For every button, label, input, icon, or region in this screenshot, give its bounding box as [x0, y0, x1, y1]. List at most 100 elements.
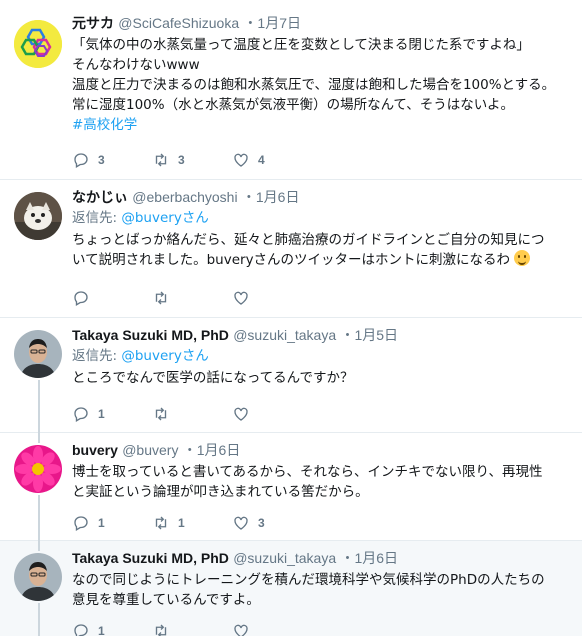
replying-user-link[interactable]: @buvery — [121, 210, 181, 226]
reply-count: 1 — [98, 624, 105, 636]
tweet-line: 博士を取っていると書いてあるから、それなら、インチキでない限り、再現性 — [72, 464, 543, 480]
separator-dot: ・ — [182, 442, 197, 458]
grinning-face-emoji-icon — [514, 250, 531, 266]
tweet-line: と実証という論理が叩き込まれている筈だから。 — [72, 484, 369, 500]
replying-label: 返信先: — [72, 210, 122, 226]
tweet-line: ちょっとばっか絡んだら、延々と肺癌治療のガイドラインとご自分の知見につ — [72, 232, 545, 248]
like-button[interactable] — [232, 405, 312, 423]
reply-button[interactable] — [72, 289, 152, 307]
heart-icon — [234, 624, 248, 636]
replying-user-link[interactable]: @buvery — [121, 348, 181, 364]
reply-button[interactable]: 1 — [72, 405, 152, 423]
hexagon-logo-icon — [14, 20, 62, 68]
tweet-text: 「気体の中の水蒸気量って温度と圧を変数として決まる閉じた系ですよね」 そんなわけ… — [72, 35, 572, 135]
fullname[interactable]: 元サカ — [72, 15, 114, 31]
separator-dot: ・ — [340, 327, 355, 343]
like-button[interactable]: 3 — [232, 514, 312, 532]
retweet-icon — [155, 516, 167, 530]
replying-to: 返信先: @buveryさん — [72, 347, 572, 366]
tweet-text: なので同じようにトレーニングを積んだ環境科学や気候科学のPhDの人たちの 意見を… — [72, 570, 572, 610]
dog-photo-avatar-icon — [14, 192, 62, 240]
retweet-icon — [155, 153, 167, 167]
tweet-header: buvery @buvery ・1月6日 — [72, 441, 572, 460]
separator-dot: ・ — [340, 550, 355, 566]
replying-label: 返信先: — [72, 348, 122, 364]
tweet-actions — [72, 288, 312, 308]
heart-icon — [234, 153, 248, 167]
thread-line — [38, 603, 40, 636]
reply-button[interactable]: 1 — [72, 514, 152, 532]
avatar[interactable] — [14, 553, 62, 601]
username[interactable]: @suzuki_takaya — [233, 327, 336, 343]
tweet-text: 博士を取っていると書いてあるから、それなら、インチキでない限り、再現性 と実証と… — [72, 462, 572, 502]
tweet-1[interactable]: 元サカ @SciCafeShizuoka ・1月7日 「気体の中の水蒸気量って温… — [0, 0, 582, 180]
separator-dot: ・ — [241, 189, 256, 205]
fullname[interactable]: Takaya Suzuki MD, PhD — [72, 550, 229, 566]
tweet-3[interactable]: Takaya Suzuki MD, PhD @suzuki_takaya ・1月… — [0, 318, 582, 433]
tweet-actions: 1 — [72, 621, 312, 636]
hashtag-link[interactable]: #高校化学 — [72, 117, 137, 133]
tweet-5[interactable]: Takaya Suzuki MD, PhD @suzuki_takaya ・1月… — [0, 541, 582, 636]
retweet-button[interactable] — [152, 622, 232, 636]
like-count: 3 — [258, 516, 265, 530]
thread-line — [38, 433, 40, 443]
like-button[interactable] — [232, 289, 312, 307]
retweet-icon — [155, 407, 167, 421]
tweet-4[interactable]: buvery @buvery ・1月6日 博士を取っていると書いてあるから、それ… — [0, 433, 582, 541]
tweet-header: Takaya Suzuki MD, PhD @suzuki_takaya ・1月… — [72, 549, 572, 568]
tweet-text: ちょっとばっか絡んだら、延々と肺癌治療のガイドラインとご自分の知見につ いて説明… — [72, 230, 572, 270]
heart-icon — [234, 516, 248, 530]
tweet-line: いて説明されました。buveryさんのツイッターはホントに刺激になるわ — [72, 252, 511, 268]
username[interactable]: @suzuki_takaya — [233, 550, 336, 566]
tweet-line: 温度と圧力で決まるのは飽和水蒸気圧で、湿度は飽和した場合を100%とする。 — [72, 77, 556, 93]
tweet-actions: 3 3 4 — [72, 150, 312, 170]
tweet-header: Takaya Suzuki MD, PhD @suzuki_takaya ・1月… — [72, 326, 572, 345]
timestamp[interactable]: 1月6日 — [354, 550, 398, 566]
like-button[interactable]: 4 — [232, 151, 312, 169]
reply-icon — [74, 624, 88, 636]
thread-line — [38, 495, 40, 541]
reply-count: 1 — [98, 407, 105, 421]
username[interactable]: @SciCafeShizuoka — [118, 15, 239, 31]
retweet-button[interactable]: 3 — [152, 151, 232, 169]
fullname[interactable]: buvery — [72, 442, 118, 458]
like-button[interactable] — [232, 622, 312, 636]
fullname[interactable]: Takaya Suzuki MD, PhD — [72, 327, 229, 343]
reply-icon — [74, 153, 88, 168]
reply-count: 1 — [98, 516, 105, 530]
tweet-2[interactable]: なかじぃ @eberbachyoshi ・1月6日 返信先: @buveryさん… — [0, 180, 582, 318]
avatar[interactable] — [14, 330, 62, 378]
thread-line — [38, 380, 40, 433]
heart-icon — [234, 291, 248, 305]
fullname[interactable]: なかじぃ — [72, 189, 128, 205]
tweet-line: 「気体の中の水蒸気量って温度と圧を変数として決まる閉じた系ですよね」 — [72, 37, 530, 53]
reply-icon — [74, 291, 88, 306]
heart-icon — [234, 407, 248, 421]
replying-to: 返信先: @buveryさん — [72, 209, 572, 228]
tweet-header: なかじぃ @eberbachyoshi ・1月6日 — [72, 188, 572, 207]
username[interactable]: @eberbachyoshi — [132, 189, 237, 205]
person-photo-avatar-icon — [14, 330, 62, 378]
tweet-actions: 1 1 3 — [72, 513, 312, 533]
retweet-icon — [155, 624, 167, 636]
tweet-line: なので同じようにトレーニングを積んだ環境科学や気候科学のPhDの人たちの — [72, 572, 545, 588]
retweet-button[interactable] — [152, 289, 232, 307]
avatar[interactable] — [14, 445, 62, 493]
person-photo-avatar-icon — [14, 553, 62, 601]
timestamp[interactable]: 1月5日 — [354, 327, 398, 343]
like-count: 4 — [258, 153, 265, 167]
retweet-button[interactable] — [152, 405, 232, 423]
timestamp[interactable]: 1月7日 — [257, 15, 301, 31]
retweet-button[interactable]: 1 — [152, 514, 232, 532]
timestamp[interactable]: 1月6日 — [256, 189, 300, 205]
tweet-header: 元サカ @SciCafeShizuoka ・1月7日 — [72, 14, 572, 33]
avatar[interactable] — [14, 192, 62, 240]
avatar[interactable] — [14, 20, 62, 68]
thread-line — [38, 541, 40, 551]
tweet-line: そんなわけないwww — [72, 57, 200, 73]
reply-button[interactable]: 3 — [72, 151, 152, 169]
username[interactable]: @buvery — [122, 442, 178, 458]
reply-button[interactable]: 1 — [72, 622, 152, 636]
separator-dot: ・ — [243, 15, 258, 31]
timestamp[interactable]: 1月6日 — [197, 442, 241, 458]
